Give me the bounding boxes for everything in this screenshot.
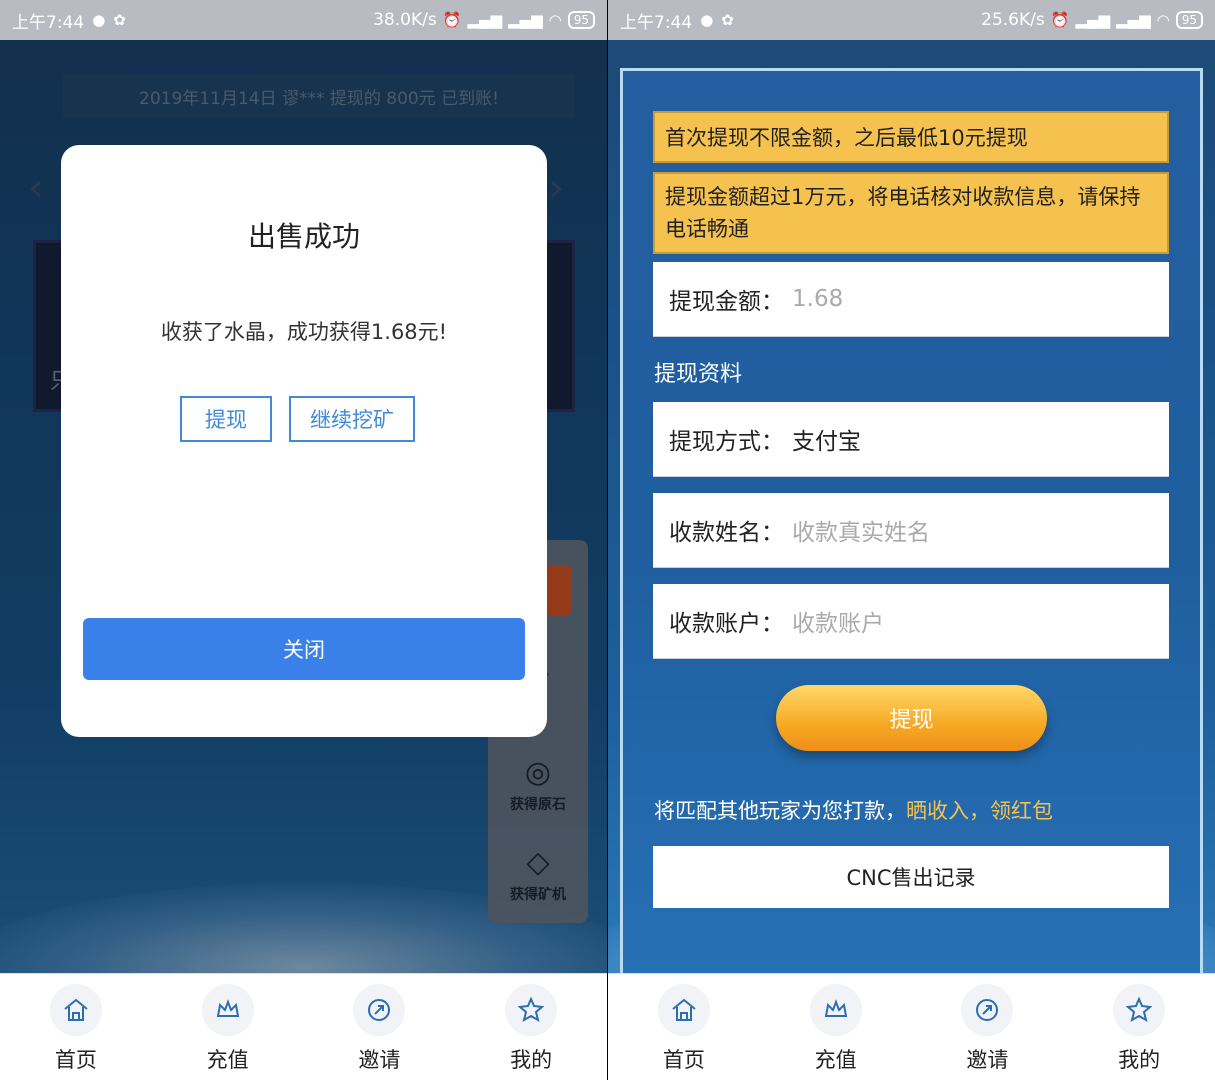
nav-item-mine[interactable]: 我的 xyxy=(481,984,581,1074)
nav-item-home[interactable]: 首页 xyxy=(634,984,734,1074)
warning-large-amount: 提现金额超过1万元，将电话核对收款信息，请保持电话畅通 xyxy=(653,172,1169,254)
invite-icon xyxy=(353,984,406,1036)
dialog-message: 收获了水晶，成功获得1.68元! xyxy=(160,320,448,344)
account-input[interactable]: 收款账户 xyxy=(792,604,884,638)
signal-icon-2: ▂▄▆ xyxy=(1116,11,1151,29)
amount-field[interactable]: 提现金额： 1.68 xyxy=(653,262,1169,337)
warning-min-amount: 首次提现不限金额，之后最低10元提现 xyxy=(653,111,1169,163)
wechat-icon: ● xyxy=(92,11,106,29)
status-time: 上午7:44 xyxy=(12,12,85,33)
nav-item-invite[interactable]: 邀请 xyxy=(329,984,429,1074)
signal-icon: ▂▄▆ xyxy=(1075,11,1111,29)
withdraw-button[interactable]: 提现 xyxy=(180,396,272,442)
nav-item-recharge[interactable]: 充值 xyxy=(178,984,278,1074)
submit-withdraw-button[interactable]: 提现 xyxy=(776,685,1047,751)
crown-icon xyxy=(201,984,254,1036)
app-notification-icon: ✿ xyxy=(113,11,126,29)
invite-icon xyxy=(961,984,1014,1036)
home-icon xyxy=(657,984,710,1036)
amount-value: 1.68 xyxy=(792,286,844,312)
left-screen: 上午7:44 ● ✿ 38.0K/s ⏰ ▂▄▆ ▂▄▆ ◠ 95 2019年1… xyxy=(0,0,607,1080)
alarm-icon: ⏰ xyxy=(1050,11,1070,29)
share-income-link[interactable]: 晒收入，领红包 xyxy=(906,799,1053,823)
alarm-icon: ⏰ xyxy=(442,11,462,29)
wifi-icon: ◠ xyxy=(1156,11,1170,29)
crown-icon xyxy=(809,984,862,1036)
method-field[interactable]: 提现方式： 支付宝 xyxy=(653,402,1169,477)
nav-item-mine[interactable]: 我的 xyxy=(1089,984,1189,1074)
nav-item-invite[interactable]: 邀请 xyxy=(937,984,1037,1074)
continue-mining-button[interactable]: 继续挖矿 xyxy=(289,396,415,442)
network-speed: 25.6K/s xyxy=(981,10,1045,30)
signal-icon: ▂▄▆ xyxy=(467,11,503,29)
account-field[interactable]: 收款账户： 收款账户 xyxy=(653,584,1169,659)
method-value: 支付宝 xyxy=(792,429,861,455)
wechat-icon: ● xyxy=(700,11,714,29)
nav-item-home[interactable]: 首页 xyxy=(26,984,126,1074)
bottom-nav: 首页 充值 邀请 我的 xyxy=(608,973,1215,1080)
amount-label: 提现金额： xyxy=(669,289,784,315)
method-label: 提现方式： xyxy=(669,429,784,455)
nav-item-recharge[interactable]: 充值 xyxy=(786,984,886,1074)
status-time: 上午7:44 xyxy=(620,12,693,33)
star-user-icon xyxy=(1113,984,1166,1036)
right-screen: 上午7:44 ● ✿ 25.6K/s ⏰ ▂▄▆ ▂▄▆ ◠ 95 首次提现不限… xyxy=(608,0,1215,1080)
name-field[interactable]: 收款姓名： 收款真实姓名 xyxy=(653,493,1169,568)
wifi-icon: ◠ xyxy=(548,11,562,29)
status-bar: 上午7:44 ● ✿ 38.0K/s ⏰ ▂▄▆ ▂▄▆ ◠ 95 xyxy=(0,0,607,40)
name-label: 收款姓名： xyxy=(669,520,784,546)
home-icon xyxy=(49,984,102,1036)
name-input[interactable]: 收款真实姓名 xyxy=(792,513,930,547)
network-speed: 38.0K/s xyxy=(373,10,437,30)
account-label: 收款账户： xyxy=(669,611,784,637)
match-info: 将匹配其他玩家为您打款，晒收入，领红包 xyxy=(654,799,1053,823)
close-button[interactable]: 关闭 xyxy=(83,618,525,680)
star-user-icon xyxy=(505,984,558,1036)
signal-icon-2: ▂▄▆ xyxy=(508,11,543,29)
dialog-title: 出售成功 xyxy=(247,220,360,253)
app-notification-icon: ✿ xyxy=(721,11,734,29)
bottom-nav: 首页 充值 邀请 我的 xyxy=(0,973,607,1080)
status-bar: 上午7:44 ● ✿ 25.6K/s ⏰ ▂▄▆ ▂▄▆ ◠ 95 xyxy=(608,0,1215,40)
battery-icon: 95 xyxy=(1175,11,1203,29)
sale-records-button[interactable]: CNC售出记录 xyxy=(653,846,1169,908)
battery-icon: 95 xyxy=(567,11,595,29)
section-title: 提现资料 xyxy=(654,362,743,387)
